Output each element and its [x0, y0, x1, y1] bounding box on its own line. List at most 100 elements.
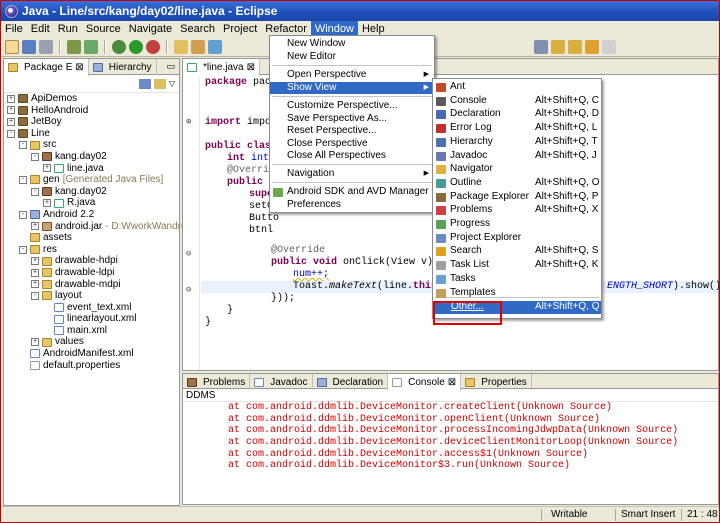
tab-problems[interactable]: Problems — [183, 374, 251, 390]
new-java-project-icon[interactable] — [174, 39, 188, 54]
tree-item[interactable]: linearlayout.xml — [4, 313, 179, 325]
next-annotation-icon[interactable] — [551, 39, 565, 54]
fold-icon[interactable]: ⊖ — [186, 249, 191, 259]
tree-item[interactable]: + line.java — [4, 163, 179, 175]
show-view-item[interactable]: Declaration Alt+Shift+Q, D — [433, 108, 601, 121]
tree-item[interactable]: - Line — [4, 128, 179, 140]
tree-item[interactable]: main.xml — [4, 325, 179, 337]
window-menu-item[interactable]: Android SDK and AVD Manager — [270, 186, 434, 199]
expand-toggle-icon[interactable]: + — [31, 338, 39, 347]
show-view-item[interactable]: Package Explorer Alt+Shift+Q, P — [433, 191, 601, 204]
show-view-item[interactable]: Javadoc Alt+Shift+Q, J — [433, 150, 601, 163]
tree-item[interactable]: AndroidManifest.xml — [4, 348, 179, 360]
expand-toggle-icon[interactable]: + — [7, 117, 15, 126]
tab-console[interactable]: Console ⊠ — [388, 374, 462, 391]
tree-item[interactable]: + values — [4, 336, 179, 348]
print-icon[interactable] — [39, 39, 53, 54]
window-menu-item[interactable]: Preferences — [270, 199, 434, 212]
tree-item[interactable]: + ApiDemos — [4, 93, 179, 105]
menu-search[interactable]: Search — [176, 21, 219, 37]
close-icon[interactable]: ⊠ — [448, 377, 456, 388]
android-sdk-icon[interactable] — [67, 39, 81, 54]
window-menu-item[interactable]: Reset Perspective... — [270, 125, 434, 138]
show-view-item[interactable]: Console Alt+Shift+Q, C — [433, 95, 601, 108]
tree-item[interactable]: + drawable-hdpi — [4, 255, 179, 267]
toggle-mark-icon[interactable] — [534, 39, 548, 54]
link-with-editor-icon[interactable] — [153, 78, 166, 89]
collapse-toggle-icon[interactable]: - — [19, 141, 27, 150]
window-menu-item[interactable]: Close All Perspectives — [270, 150, 434, 163]
tab-hierarchy[interactable]: Hierarchy — [89, 59, 157, 75]
tab-declaration[interactable]: Declaration — [313, 374, 389, 390]
tree-item[interactable]: - gen [Generated Java Files] — [4, 174, 179, 186]
new-class-icon[interactable] — [208, 39, 222, 54]
menu-project[interactable]: Project — [219, 21, 261, 37]
tree-item[interactable]: - layout — [4, 290, 179, 302]
window-menu-item[interactable]: New Window — [270, 38, 434, 51]
tree-item[interactable]: - Android 2.2 — [4, 209, 179, 221]
console-output[interactable]: at com.android.ddmlib.DeviceMonitor.crea… — [183, 402, 718, 472]
tree-item[interactable]: assets — [4, 232, 179, 244]
collapse-all-icon[interactable] — [138, 78, 151, 89]
window-menu-item[interactable]: Save Perspective As... — [270, 113, 434, 126]
tree-item[interactable]: event_text.xml — [4, 302, 179, 314]
view-menu-icon[interactable]: ▽ — [169, 79, 175, 88]
close-icon[interactable]: ⊠ — [247, 62, 255, 73]
tree-item[interactable]: + R.java — [4, 197, 179, 209]
back-icon[interactable] — [585, 39, 599, 54]
tab-line-java[interactable]: *line.java ⊠ — [183, 59, 260, 76]
title-bar[interactable]: Java - Line/src/kang/day02/line.java - E… — [1, 1, 719, 21]
show-view-item[interactable]: Error Log Alt+Shift+Q, L — [433, 122, 601, 135]
menu-navigate[interactable]: Navigate — [125, 21, 176, 37]
menu-file[interactable]: File — [1, 21, 27, 37]
collapse-toggle-icon[interactable]: - — [31, 291, 39, 300]
expand-toggle-icon[interactable]: + — [31, 257, 39, 266]
expand-toggle-icon[interactable]: + — [31, 280, 39, 289]
minimize-icon[interactable]: ▭ — [166, 61, 175, 72]
show-view-item[interactable]: Tasks — [433, 273, 601, 286]
show-view-item[interactable]: Project Explorer — [433, 232, 601, 245]
window-menu-item[interactable]: Open Perspective ▶ — [270, 69, 434, 82]
show-view-item[interactable]: Ant — [433, 81, 601, 94]
tree-item[interactable]: default.properties — [4, 360, 179, 372]
tree-item[interactable]: + JetBoy — [4, 116, 179, 128]
new-package-icon[interactable] — [191, 39, 205, 54]
show-view-item[interactable]: Hierarchy Alt+Shift+Q, T — [433, 136, 601, 149]
expand-toggle-icon[interactable]: + — [7, 94, 15, 103]
tree-item[interactable]: + drawable-mdpi — [4, 279, 179, 291]
window-menu-item[interactable]: Show View ▶ — [270, 81, 434, 94]
expand-toggle-icon[interactable]: + — [7, 106, 15, 115]
tree-item[interactable]: + android.jar - D:WworkWandro — [4, 221, 187, 233]
forward-icon[interactable] — [602, 39, 616, 54]
debug-icon[interactable] — [112, 39, 126, 54]
window-menu-item[interactable]: New Editor — [270, 51, 434, 64]
show-view-item[interactable]: Templates — [433, 287, 601, 300]
android-avd-icon[interactable] — [84, 39, 98, 54]
menu-source[interactable]: Source — [82, 21, 125, 37]
fold-icon[interactable]: ⊖ — [186, 285, 191, 295]
menu-run[interactable]: Run — [54, 21, 82, 37]
tree-item[interactable]: - kang.day02 — [4, 151, 179, 163]
show-view-item[interactable]: Outline Alt+Shift+Q, O — [433, 177, 601, 190]
window-menu-item[interactable]: Close Perspective — [270, 138, 434, 151]
menu-edit[interactable]: Edit — [27, 21, 54, 37]
close-icon[interactable]: ⊠ — [75, 62, 83, 73]
save-icon[interactable] — [22, 39, 36, 54]
show-view-item[interactable]: Problems Alt+Shift+Q, X — [433, 204, 601, 217]
tab-properties[interactable]: Properties — [461, 374, 532, 390]
show-view-item[interactable]: Task List Alt+Shift+Q, K — [433, 259, 601, 272]
fold-icon[interactable]: ⊕ — [186, 117, 191, 127]
tab-package-explorer[interactable]: Package E ⊠ — [4, 59, 89, 76]
collapse-toggle-icon[interactable]: - — [19, 245, 27, 254]
expand-toggle-icon[interactable]: + — [31, 268, 39, 277]
tree-item[interactable]: - kang.day02 — [4, 186, 179, 198]
tree-item[interactable]: - src — [4, 139, 179, 151]
collapse-toggle-icon[interactable]: - — [31, 152, 39, 161]
external-tools-icon[interactable] — [146, 39, 160, 54]
new-icon[interactable] — [5, 39, 19, 54]
collapse-toggle-icon[interactable]: - — [7, 129, 15, 138]
tree-item[interactable]: + drawable-ldpi — [4, 267, 179, 279]
collapse-toggle-icon[interactable]: - — [31, 187, 39, 196]
expand-toggle-icon[interactable]: + — [43, 164, 51, 173]
tree-item[interactable]: + HelloAndroid — [4, 105, 179, 117]
